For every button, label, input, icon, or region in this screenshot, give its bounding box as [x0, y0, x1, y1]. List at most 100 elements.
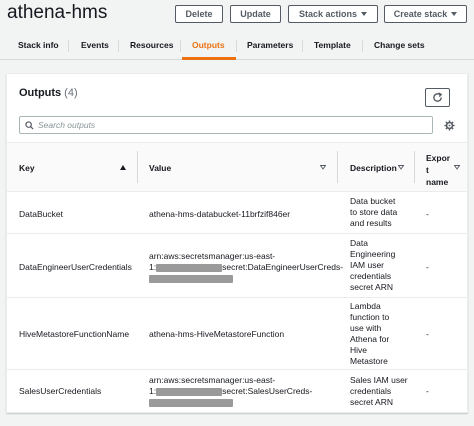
table-row: SalesUserCredentials arn:aws:secretsmana…	[7, 370, 467, 412]
output-description: Sales IAM user credentials secret ARN	[350, 375, 408, 408]
description-line: Data	[350, 238, 368, 248]
output-description: Lambda function to use with Athena for H…	[350, 301, 389, 367]
value-line	[149, 273, 343, 284]
output-export-name: -	[426, 209, 429, 219]
column-header-value[interactable]: Value	[149, 163, 171, 173]
tab-template[interactable]: Template	[314, 40, 351, 50]
description-line: secret ARN	[350, 282, 393, 292]
search-icon	[20, 120, 38, 130]
caret-down-icon	[451, 12, 458, 16]
table-row: HiveMetastoreFunctionName athena-hms-Hiv…	[7, 298, 467, 370]
sort-ascending-icon[interactable]	[120, 165, 126, 170]
update-button[interactable]: Update	[230, 5, 281, 23]
output-description: Data Engineering IAM user credentials se…	[350, 238, 395, 293]
description-line: use with	[350, 323, 382, 333]
tab-events[interactable]: Events	[81, 40, 109, 50]
output-value: athena-hms-databucket-11brfzif846er	[149, 209, 291, 219]
tab-change-sets[interactable]: Change sets	[374, 40, 425, 50]
update-button-label: Update	[240, 9, 271, 19]
column-divider	[337, 151, 338, 183]
tab-bar: Stack info Events Resources Outputs Para…	[0, 34, 474, 60]
search-input[interactable]	[38, 120, 418, 130]
gear-icon	[443, 119, 455, 131]
output-description: Data bucket to store data and results	[350, 196, 397, 229]
outputs-count: (4)	[64, 87, 78, 99]
refresh-icon	[433, 92, 443, 102]
description-line: secret ARN	[350, 397, 393, 407]
tab-divider	[180, 40, 181, 52]
output-value: arn:aws:secretsmanager:us-east- 1: secret…	[149, 375, 312, 408]
description-line: and results	[350, 218, 392, 228]
delete-button-label: Delete	[185, 9, 213, 19]
tab-resources[interactable]: Resources	[130, 40, 173, 50]
column-divider	[137, 151, 138, 183]
export-name-line: name	[426, 177, 449, 187]
description-line: Lambda	[350, 301, 381, 311]
stack-title: athena-hms	[7, 2, 108, 23]
output-key: DataBucket	[19, 209, 63, 219]
create-stack-label: Create stack	[393, 9, 448, 19]
description-line: Hive	[350, 345, 368, 355]
output-export-name: -	[426, 329, 429, 339]
output-export-name: -	[426, 386, 429, 396]
table-row: DataBucket athena-hms-databucket-11brfzi…	[7, 192, 467, 234]
column-header-key[interactable]: Key	[19, 163, 35, 173]
value-segment: 1:	[149, 386, 157, 396]
column-header-description[interactable]: Description	[350, 163, 397, 173]
sort-down-icon[interactable]	[320, 165, 326, 170]
redacted-block	[149, 274, 233, 283]
tab-stack-info[interactable]: Stack info	[18, 40, 59, 50]
description-line: Metastore	[350, 356, 388, 366]
description-line: IAM user	[350, 260, 385, 270]
outputs-title: Outputs (4)	[19, 87, 78, 99]
search-box	[19, 116, 433, 134]
description-line: Athena for	[350, 334, 390, 344]
column-divider	[414, 151, 415, 183]
export-name-line: t	[426, 165, 429, 175]
tab-divider	[302, 40, 303, 52]
description-line: Engineering	[350, 249, 396, 259]
redacted-block	[156, 263, 223, 272]
sort-down-icon[interactable]	[398, 165, 404, 170]
tab-divider	[236, 40, 237, 52]
output-key: HiveMetastoreFunctionName	[19, 329, 130, 339]
value-segment: secret:SalesUserCreds-	[222, 386, 313, 396]
tab-divider	[68, 40, 69, 52]
value-line: 1: secret:DataEngineerUserCreds-	[149, 262, 343, 273]
value-line	[149, 397, 312, 408]
description-line: to store data	[350, 207, 398, 217]
create-stack-button[interactable]: Create stack	[384, 5, 467, 23]
refresh-button[interactable]	[425, 88, 450, 107]
page-header: athena-hms Delete Update Stack actions C…	[0, 0, 474, 30]
value-line: arn:aws:secretsmanager:us-east-	[149, 375, 276, 385]
preferences-button[interactable]	[442, 118, 456, 132]
output-value: arn:aws:secretsmanager:us-east- 1: secret…	[149, 251, 343, 284]
description-line: function to	[350, 312, 390, 322]
description-line: Sales IAM user	[350, 375, 408, 385]
value-line: arn:aws:secretsmanager:us-east-	[149, 251, 276, 261]
description-line: credentials	[350, 271, 392, 281]
output-key: DataEngineerUserCredentials	[19, 262, 132, 272]
column-header-export-name[interactable]: Expor t name	[426, 152, 450, 188]
value-line: 1: secret:SalesUserCreds-	[149, 386, 312, 397]
value-segment: secret:DataEngineerUserCreds-	[222, 262, 344, 272]
outputs-title-text: Outputs	[19, 87, 62, 99]
stack-actions-button[interactable]: Stack actions	[288, 5, 378, 23]
active-tab-indicator	[182, 57, 236, 60]
description-line: credentials	[350, 386, 392, 396]
delete-button[interactable]: Delete	[175, 5, 223, 23]
redacted-block	[156, 387, 223, 396]
output-key: SalesUserCredentials	[19, 386, 102, 396]
sort-down-icon[interactable]	[454, 165, 460, 170]
tab-outputs[interactable]: Outputs	[192, 40, 225, 50]
tab-divider	[118, 40, 119, 52]
description-line: Data bucket	[350, 196, 396, 206]
table-header: Key Value Description Expor t name	[7, 142, 467, 192]
tab-parameters[interactable]: Parameters	[247, 40, 293, 50]
caret-down-icon	[361, 12, 368, 16]
redacted-block	[149, 398, 233, 407]
table-row: DataEngineerUserCredentials arn:aws:secr…	[7, 234, 467, 298]
outputs-panel: Outputs (4) Search outputs Key Value Des…	[6, 73, 468, 413]
value-segment: 1:	[149, 262, 157, 272]
export-name-line: Expor	[426, 153, 451, 163]
